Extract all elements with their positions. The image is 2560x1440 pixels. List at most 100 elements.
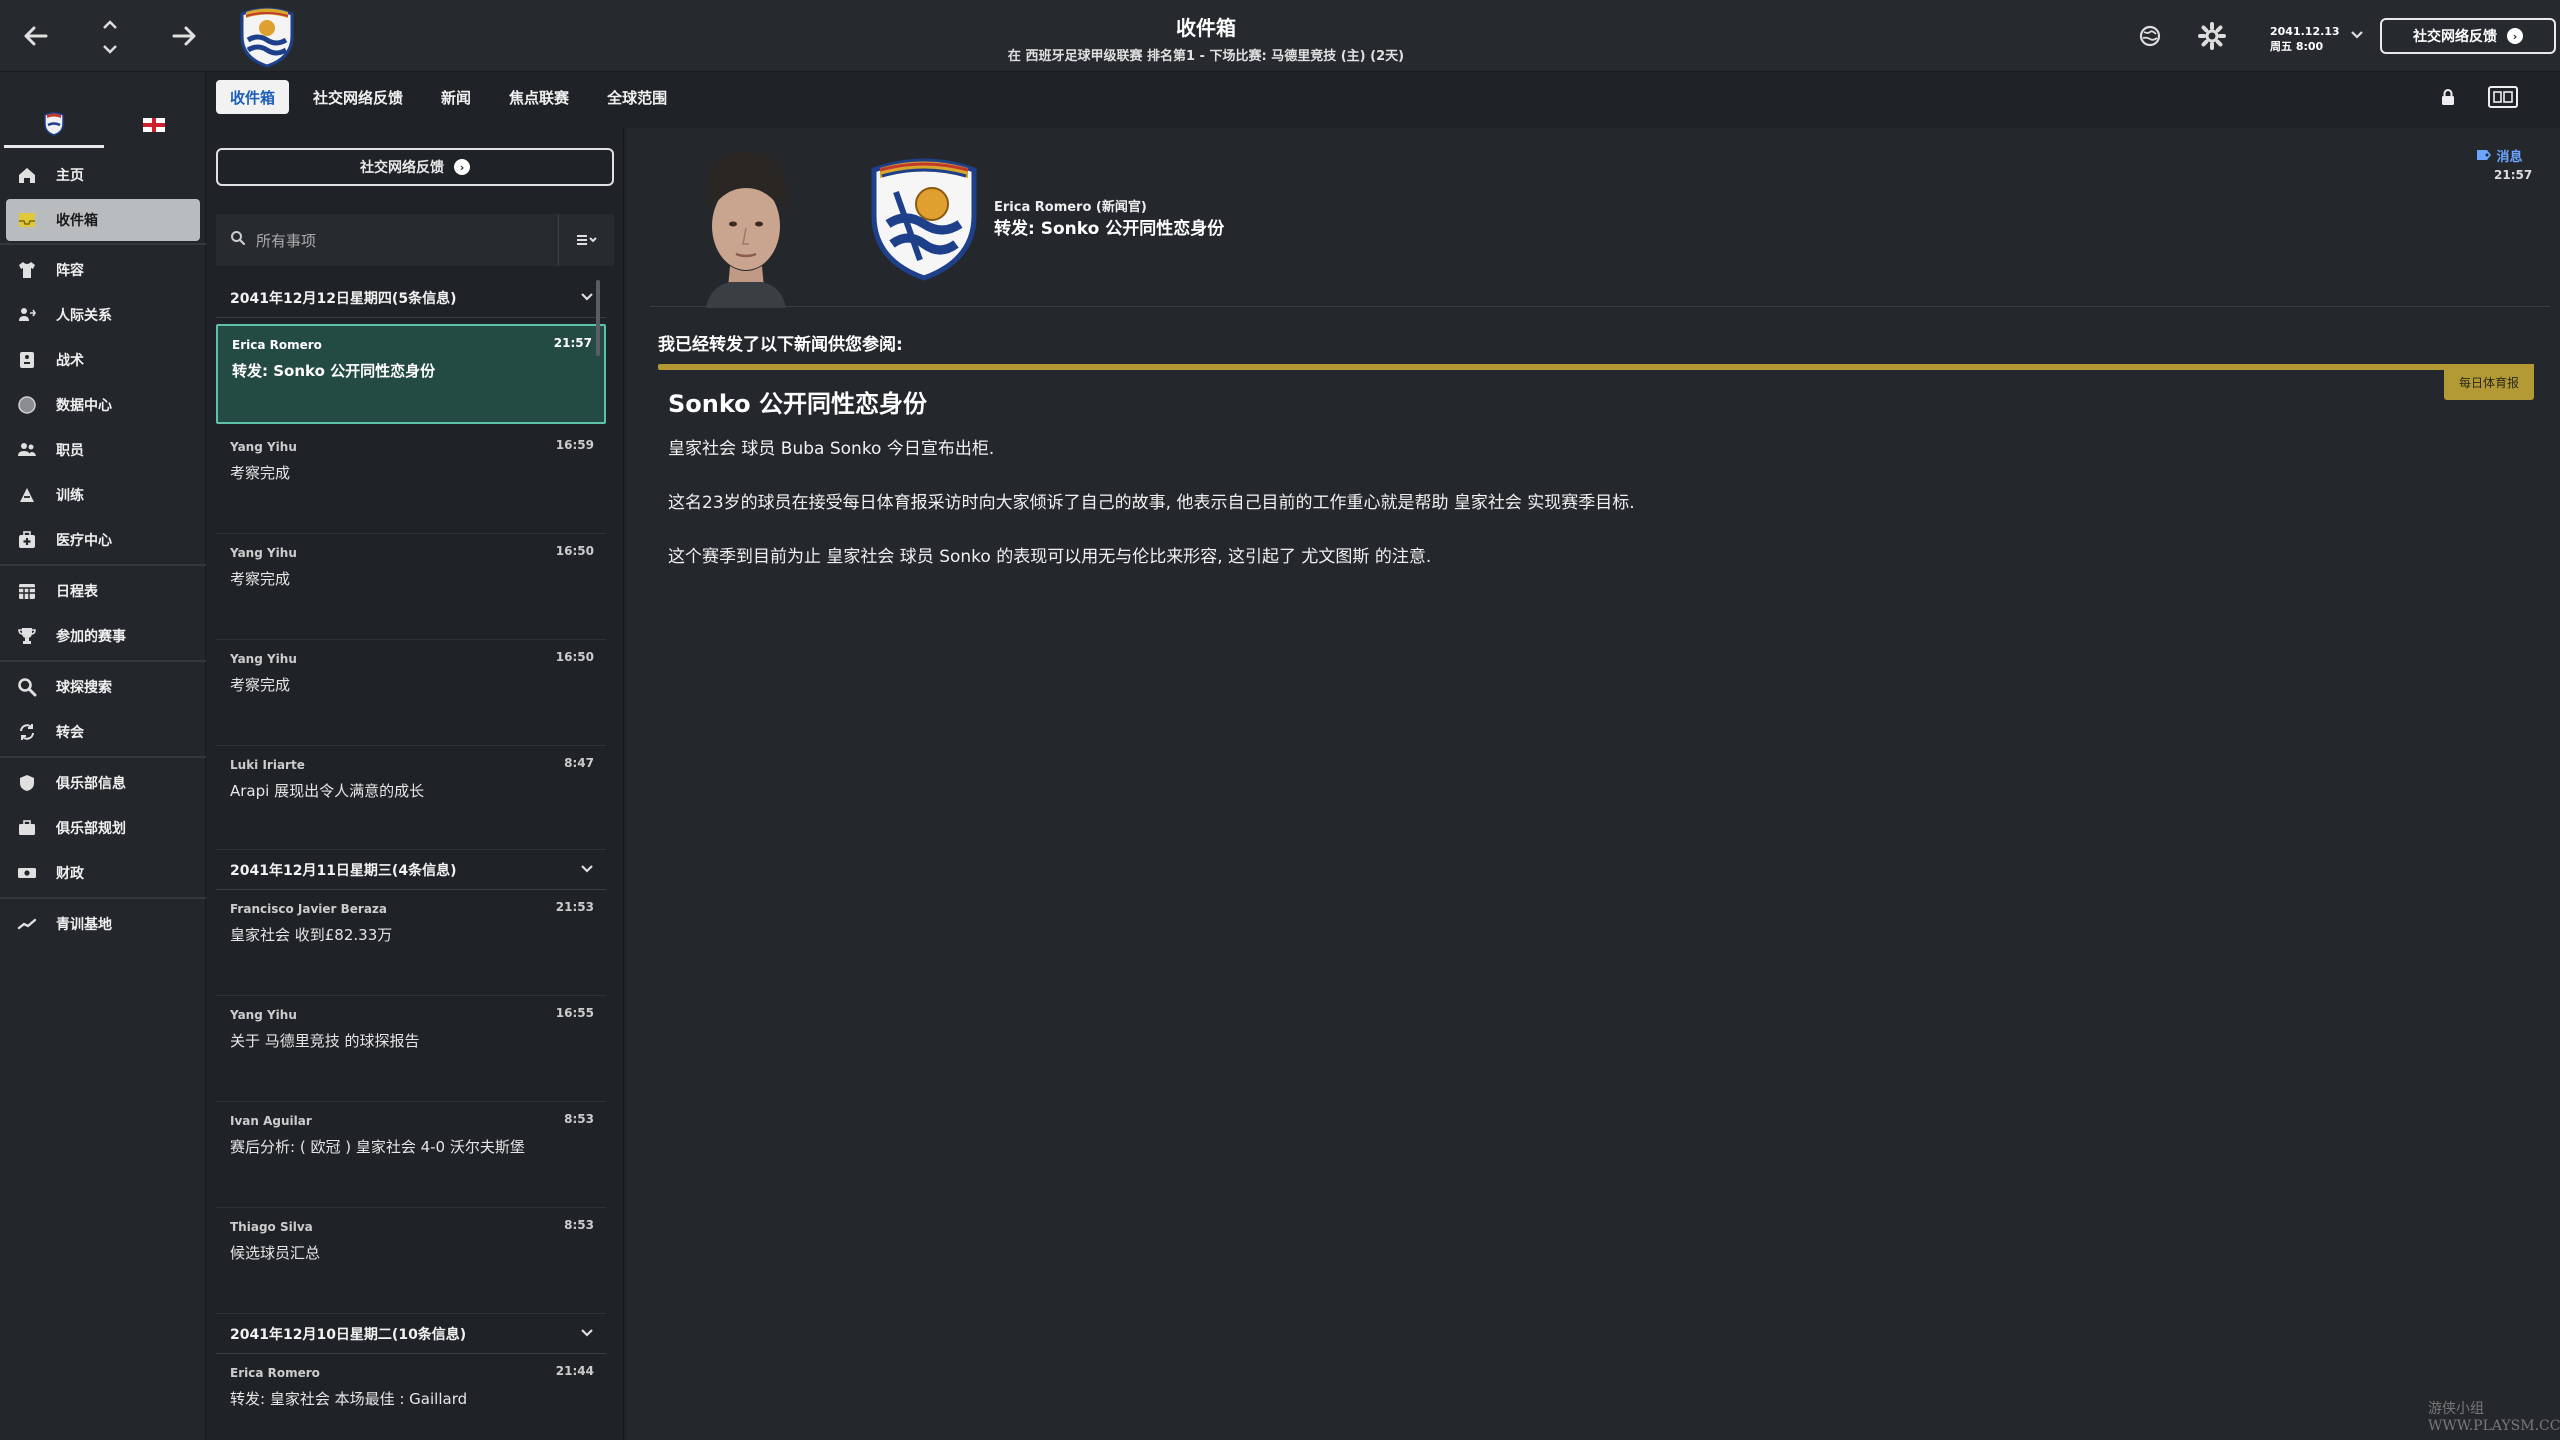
message-list: 2041年12月12日星期四(5条信息) Erica Romero 21:57 … [216,278,606,1440]
circle-arrow-icon: › [454,159,470,175]
search-icon [230,230,246,250]
sidebar-item-label: 收件箱 [56,213,98,229]
sidebar-item-staff[interactable]: 职员 [0,427,206,472]
message-subject: 考察完成 [230,570,291,588]
day-group-label: 2041年12月10日星期二(10条信息) [230,1326,467,1343]
sidebar-item-tactics[interactable]: 战术 [0,337,206,382]
message-tag[interactable]: 消息 [2476,146,2523,165]
money-icon [14,860,40,886]
reader-time: 21:57 [2494,168,2533,182]
sidebar-item-club-info[interactable]: 俱乐部信息 [0,760,206,805]
training-icon [14,482,40,508]
gear-icon[interactable] [2196,20,2228,52]
shield-icon [14,770,40,796]
reader-from: Erica Romero (新闻官) [994,200,1147,215]
day-group-label: 2041年12月11日星期三(4条信息) [230,862,457,879]
message-item[interactable]: Erica Romero 21:44 转发: 皇家社会 本场最佳 : Gaill… [216,1354,606,1440]
globe-icon[interactable] [2134,20,2166,52]
article-paragraph: 皇家社会 球员 Buba Sonko 今日宣布出柜. [668,439,995,459]
message-sender: Erica Romero [230,1366,320,1380]
sidebar-item-relationships[interactable]: 人际关系 [0,292,206,337]
message-item[interactable]: Thiago Silva 8:53 候选球员汇总 [216,1208,606,1314]
tab-global[interactable]: 全球范围 [593,80,681,114]
social-feed-list-button[interactable]: 社交网络反馈 › [216,148,614,186]
home-icon [14,162,40,188]
article-paragraph: 这个赛季到目前为止 皇家社会 球员 Sonko 的表现可以用无与伦比来形容, 这… [668,547,1432,567]
tab-club-crest[interactable] [4,102,104,148]
tab-inbox[interactable]: 收件箱 [216,80,290,114]
chevron-down-icon [580,1326,594,1342]
layout-toggle-icon[interactable] [2486,84,2520,114]
sidebar-item-squad[interactable]: 阵容 [0,247,206,292]
day-group-label: 2041年12月12日星期四(5条信息) [230,290,457,307]
sort-menu-icon[interactable] [558,214,614,266]
sender-portrait [686,148,806,308]
message-time: 16:50 [555,544,594,558]
inbox-search-input[interactable]: 所有事项 [256,230,558,251]
message-sender: Thiago Silva [230,1220,313,1234]
list-scrollbar[interactable] [596,280,600,356]
sidebar-item-label: 俱乐部规划 [56,820,126,837]
message-subject: 转发: Sonko 公开同性恋身份 [232,362,436,380]
message-time: 16:50 [555,650,594,664]
sidebar-item-label: 医疗中心 [56,532,112,549]
sidebar-item-schedule[interactable]: 日程表 [0,568,206,613]
divider [0,243,206,245]
circle-arrow-icon: › [2507,28,2523,44]
message-item-selected[interactable]: Erica Romero 21:57 转发: Sonko 公开同性恋身份 [216,324,606,424]
day-group-header[interactable]: 2041年12月10日星期二(10条信息) [216,1314,606,1354]
message-item[interactable]: Francisco Javier Beraza 21:53 皇家社会 收到£82… [216,890,606,996]
tab-news[interactable]: 新闻 [427,80,485,114]
message-time: 21:57 [553,336,592,350]
sidebar-item-label: 球探搜索 [56,679,112,696]
sidebar-item-competitions[interactable]: 参加的赛事 [0,613,206,658]
sidebar-item-transfers[interactable]: 转会 [0,709,206,754]
message-item[interactable]: Yang Yihu 16:55 关于 马德里竞技 的球探报告 [216,996,606,1102]
message-item[interactable]: Yang Yihu 16:50 考察完成 [216,640,606,746]
divider [0,756,206,758]
sidebar-item-club-vision[interactable]: 俱乐部规划 [0,805,206,850]
message-item[interactable]: Yang Yihu 16:59 考察完成 [216,428,606,534]
chevron-down-icon [580,290,594,306]
lock-icon[interactable] [2440,88,2456,110]
inbox-filter-row: 所有事项 [216,214,614,266]
sidebar-item-training[interactable]: 训练 [0,472,206,517]
social-feed-button[interactable]: 社交网络反馈 › [2380,18,2556,54]
sidebar-item-scouting[interactable]: 球探搜索 [0,664,206,709]
message-sender: Yang Yihu [230,440,297,454]
message-subject: 关于 马德里竞技 的球探报告 [230,1032,420,1050]
top-bar: 收件箱 在 西班牙足球甲级联赛 排名第1 - 下场比赛: 马德里竞技 (主) (… [0,0,2560,72]
sidebar-item-label: 人际关系 [56,307,112,324]
message-item[interactable]: Luki Iriarte 8:47 Arapi 展现出令人满意的成长 [216,746,606,850]
briefcase-icon [14,815,40,841]
news-article: 每日体育报 Sonko 公开同性恋身份 皇家社会 球员 Buba Sonko 今… [658,364,2534,604]
tab-focus-leagues[interactable]: 焦点联赛 [495,80,583,114]
game-date-time: 周五 8:00 [2270,40,2324,53]
sidebar-item-home[interactable]: 主页 [0,152,206,197]
sidebar-item-label: 青训基地 [56,916,112,933]
sidebar-item-data-hub[interactable]: 数据中心 [0,382,206,427]
sidebar-item-youth[interactable]: 青训基地 [0,901,206,946]
youth-icon [14,911,40,937]
sidebar-item-medical[interactable]: 医疗中心 [0,517,206,562]
message-time: 8:47 [564,756,594,770]
sidebar-item-finances[interactable]: 财政 [0,850,206,895]
day-group-header[interactable]: 2041年12月12日星期四(5条信息) [216,278,606,318]
sidebar-item-label: 阵容 [56,262,84,279]
medical-icon [14,527,40,553]
tab-england-flag[interactable] [104,102,204,148]
message-time: 8:53 [564,1112,594,1126]
chevron-down-icon[interactable] [2350,28,2364,44]
sidebar-item-label: 数据中心 [56,397,112,414]
message-item[interactable]: Ivan Aguilar 8:53 赛后分析: ( 欧冠 ) 皇家社会 4-0 … [216,1102,606,1208]
sidebar-item-label: 战术 [56,352,84,369]
transfer-icon [14,719,40,745]
game-date[interactable]: 2041.12.13 周五 8:00 [2270,24,2340,54]
tab-social-feed[interactable]: 社交网络反馈 [299,80,417,114]
sidebar-item-inbox[interactable]: 收件箱 [6,199,200,241]
search-icon [14,674,40,700]
sidebar-tabs [0,102,206,148]
social-feed-list-button-label: 社交网络反馈 [360,160,444,176]
day-group-header[interactable]: 2041年12月11日星期三(4条信息) [216,850,606,890]
message-item[interactable]: Yang Yihu 16:50 考察完成 [216,534,606,640]
